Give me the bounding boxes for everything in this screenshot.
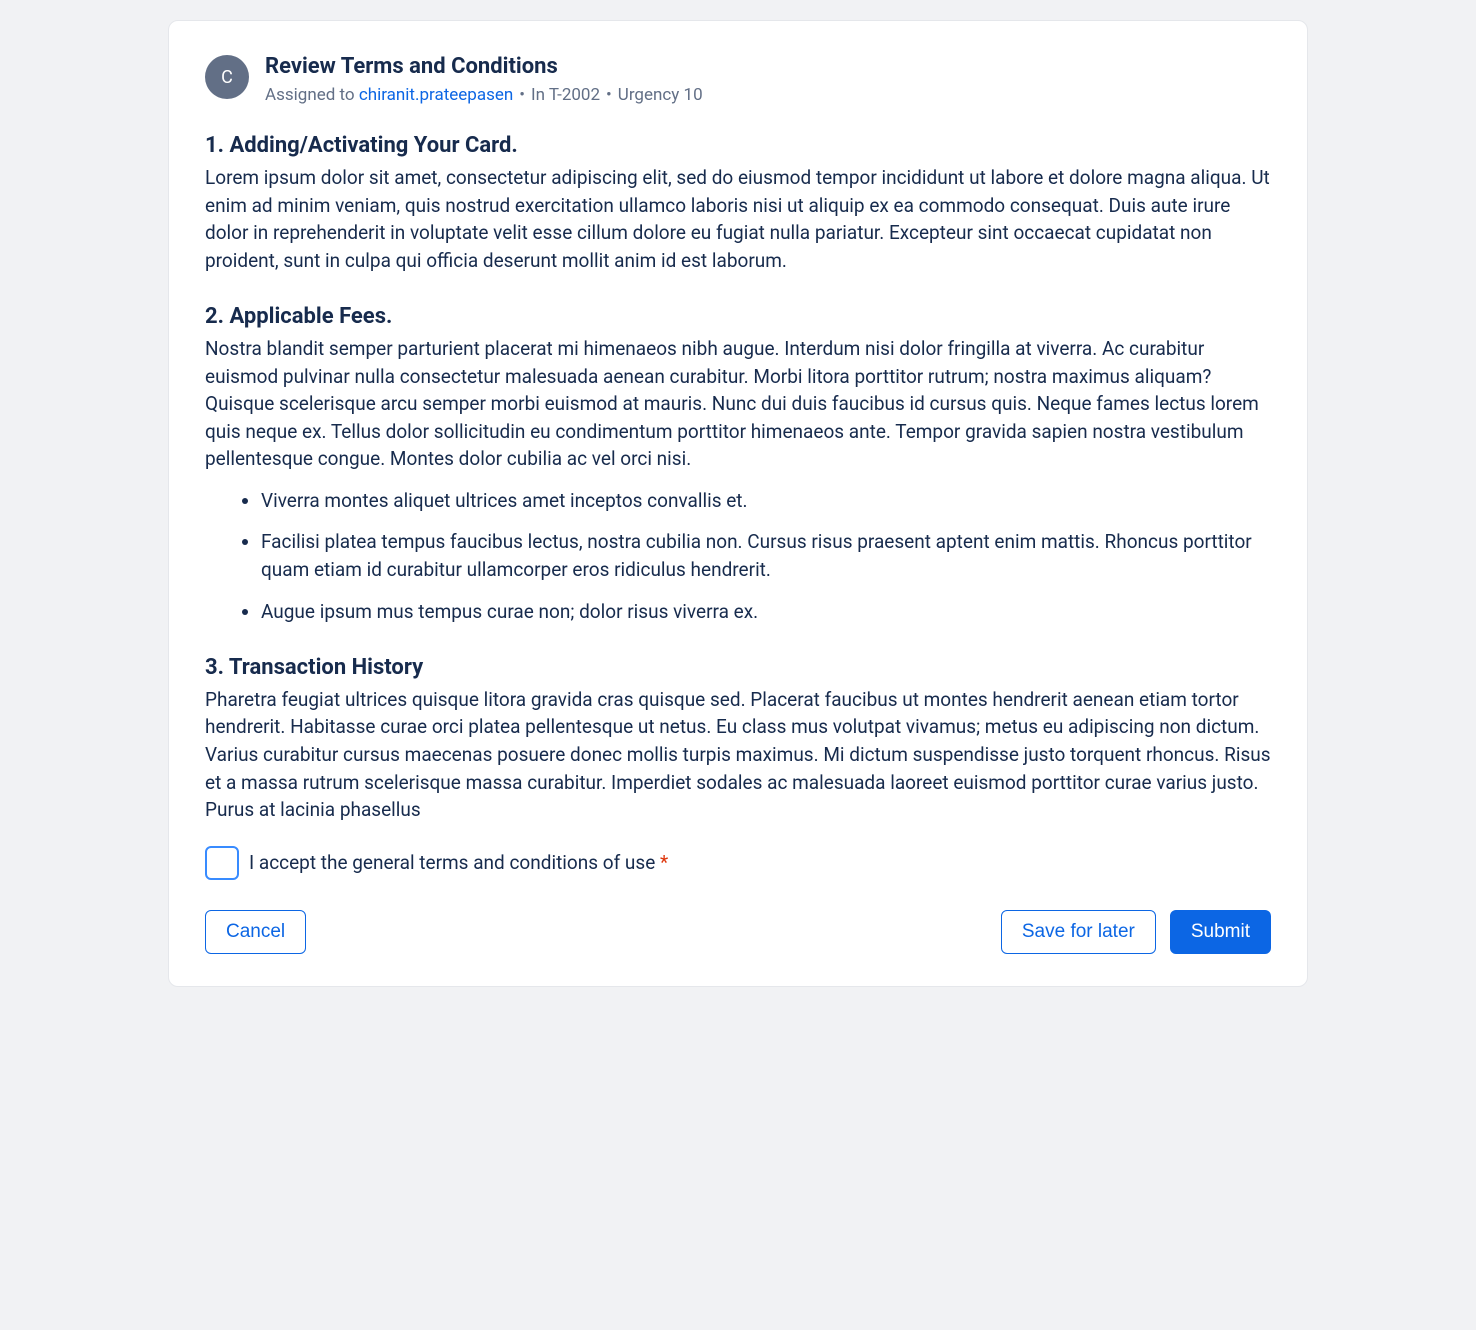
accept-label-text: I accept the general terms and condition… [249,851,660,874]
section-body: Nostra blandit semper parturient placera… [205,335,1271,473]
page-title: Review Terms and Conditions [265,53,1271,82]
ticket-ref: In T-2002 [531,85,600,105]
meta-line: Assigned to chiranit.prateepasen • In T-20… [265,84,1271,108]
required-indicator: * [660,851,668,874]
terms-section: 1. Adding/Activating Your Card. Lorem ip… [205,131,1271,274]
assigned-prefix: Assigned to [265,85,359,105]
submit-button[interactable]: Submit [1170,910,1271,955]
list-item: Augue ipsum mus tempus curae non; dolor … [261,598,1271,626]
bullet-list: Viverra montes aliquet ultrices amet inc… [205,487,1271,625]
footer-actions: Cancel Save for later Submit [205,910,1271,955]
list-item: Viverra montes aliquet ultrices amet inc… [261,487,1271,515]
meta-separator: • [606,85,612,105]
list-item: Facilisi platea tempus faucibus lectus, … [261,528,1271,583]
accept-label: I accept the general terms and condition… [249,851,668,874]
terms-section: 3. Transaction History Pharetra feugiat … [205,653,1271,824]
section-heading: 3. Transaction History [205,653,1271,684]
meta-separator: • [519,85,525,105]
accept-checkbox[interactable] [205,846,239,880]
terms-section: 2. Applicable Fees. Nostra blandit sempe… [205,302,1271,625]
header-text: Review Terms and Conditions Assigned to … [265,53,1271,107]
avatar-letter: C [221,67,233,88]
section-body: Pharetra feugiat ultrices quisque litora… [205,686,1271,824]
urgency-label: Urgency 10 [618,85,703,105]
section-heading: 2. Applicable Fees. [205,302,1271,333]
section-body: Lorem ipsum dolor sit amet, consectetur … [205,164,1271,274]
card-header: C Review Terms and Conditions Assigned t… [205,53,1271,107]
save-for-later-button[interactable]: Save for later [1001,910,1156,955]
assignee-link[interactable]: chiranit.prateepasen [359,85,513,105]
task-card: C Review Terms and Conditions Assigned t… [168,20,1308,987]
avatar: C [205,55,249,99]
footer-right-group: Save for later Submit [1001,910,1271,955]
cancel-button[interactable]: Cancel [205,910,306,955]
accept-row: I accept the general terms and condition… [205,846,1271,880]
section-heading: 1. Adding/Activating Your Card. [205,131,1271,162]
